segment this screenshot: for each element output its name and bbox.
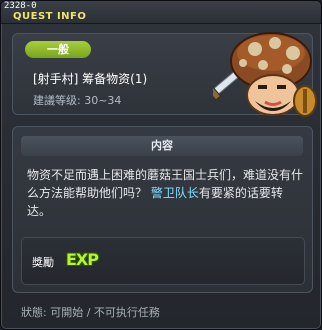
quest-content-panel: 内容 物资不足而遇上困难的蘑菇王国士兵们，难道没有什么方法能帮助他们吗？ 警卫队… xyxy=(12,126,313,293)
exp-icon: EXP xyxy=(66,250,99,269)
title-bar[interactable]: 2328-0 QUEST INFO xyxy=(1,1,321,24)
reward-box: 獎勵 EXP xyxy=(21,237,305,285)
quest-id: 2328-0 xyxy=(4,1,37,11)
window-title: QUEST INFO xyxy=(13,11,87,22)
recommended-level: 建議等级: 30~34 xyxy=(33,94,122,107)
content-section-title: 内容 xyxy=(21,136,303,156)
quest-status: 狀態: 可開始 / 不可执行任務 xyxy=(21,306,160,319)
reward-label: 獎勵 xyxy=(32,256,54,269)
category-badge: 一般 xyxy=(25,41,91,58)
npc-link-guard-captain[interactable]: 警卫队长 xyxy=(151,186,199,200)
mushroom-warrior-portrait-icon xyxy=(213,32,317,117)
quest-description: 物资不足而遇上困难的蘑菇王国士兵们，难道没有什么方法能帮助他们吗？ 警卫队长有要… xyxy=(27,166,305,220)
quest-info-window: 2328-0 QUEST INFO 一般 [射手村] 筹备物资(1) 建議等级:… xyxy=(0,0,322,330)
quest-name: [射手村] 筹备物资(1) xyxy=(33,72,148,86)
